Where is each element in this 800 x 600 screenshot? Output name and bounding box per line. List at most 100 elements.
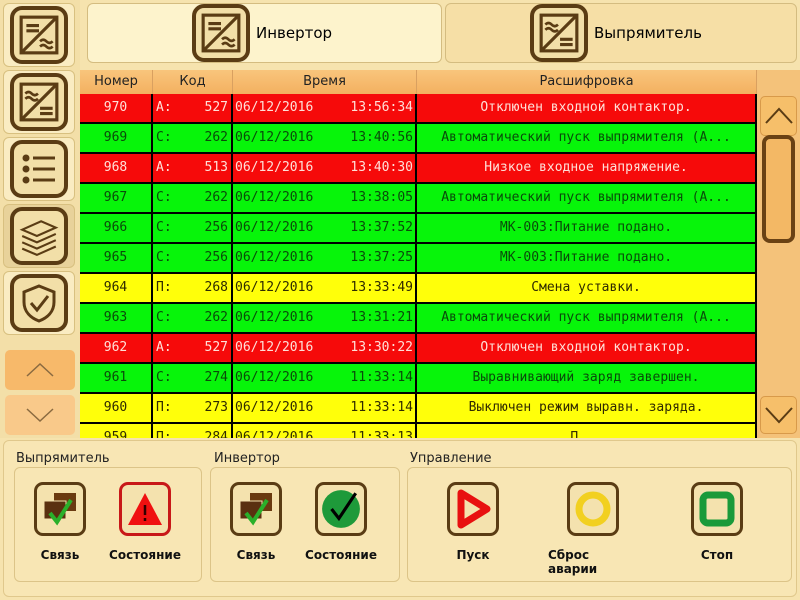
scroll-up-button[interactable]: [760, 96, 797, 136]
table-row[interactable]: 966 С: 256 06/12/2016 13:37:52 МК-003:Пита…: [80, 214, 757, 244]
tab-label: Выпрямитель: [594, 24, 702, 42]
cell-time: 06/12/2016 13:37:25: [233, 244, 417, 272]
cell-code: С: 274: [153, 364, 233, 392]
tab-inverter[interactable]: Инвертор: [87, 3, 442, 63]
inverter-link-label: Связь: [236, 548, 276, 562]
sidebar-scroll-down-button[interactable]: [5, 395, 75, 435]
cell-number: 965: [80, 244, 153, 272]
cell-time: 06/12/2016 13:37:52: [233, 214, 417, 242]
table-row[interactable]: 968 А: 513 06/12/2016 13:40:30 Низкое вход…: [80, 154, 757, 184]
chevron-up-icon: [26, 362, 54, 377]
time: 11:33:14: [350, 370, 413, 385]
table-row[interactable]: 964 П: 268 06/12/2016 13:33:49 Смена устав…: [80, 274, 757, 304]
control-group: Пуск Сброс аварии Стоп: [407, 467, 792, 582]
stop-icon: [691, 482, 743, 536]
column-header-number[interactable]: Номер: [80, 70, 153, 94]
table-row[interactable]: 963 С: 262 06/12/2016 13:31:21 Автоматичес…: [80, 304, 757, 334]
reset-alarm-label: Сброс аварии: [548, 548, 598, 576]
code-value: 513: [204, 160, 228, 175]
cell-time: 06/12/2016 13:56:34: [233, 94, 417, 122]
code-type: С:: [156, 130, 172, 145]
sidebar-list-button[interactable]: [3, 137, 75, 201]
time: 13:38:05: [350, 190, 413, 205]
cell-time: 06/12/2016 13:31:21: [233, 304, 417, 332]
date: 06/12/2016: [235, 340, 314, 355]
network-ok-icon: [230, 482, 282, 536]
cell-time: 06/12/2016 13:40:30: [233, 154, 417, 182]
inverter-state-button[interactable]: Состояние: [296, 482, 386, 562]
cell-code: С: 256: [153, 244, 233, 272]
start-label: Пуск: [456, 548, 490, 562]
list-icon: [10, 140, 68, 198]
table-row[interactable]: 970 А: 527 06/12/2016 13:56:34 Отключен вх…: [80, 94, 757, 124]
column-header-description[interactable]: Расшифровка: [417, 70, 757, 94]
reset-ring-icon: [567, 482, 619, 536]
code-type: П:: [156, 430, 172, 438]
time: 13:40:56: [350, 130, 413, 145]
chevron-up-icon: [764, 107, 793, 124]
column-header-code[interactable]: Код: [153, 70, 233, 94]
table-row[interactable]: 969 С: 262 06/12/2016 13:40:56 Автоматичес…: [80, 124, 757, 154]
column-header-time[interactable]: Время: [233, 70, 417, 94]
table-row[interactable]: 959 П: 284 06/12/2016 11:33:13 П...: [80, 424, 757, 438]
table-header: Номер Код Время Расшифровка: [80, 70, 757, 94]
sidebar-inverter-button[interactable]: [3, 3, 75, 67]
layers-icon: [10, 207, 68, 265]
cell-code: А: 527: [153, 94, 233, 122]
code-value: 262: [204, 130, 228, 145]
rectifier-group-title: Выпрямитель: [16, 451, 110, 466]
table-row[interactable]: 962 А: 527 06/12/2016 13:30:22 Отключен вх…: [80, 334, 757, 364]
network-ok-icon: [34, 482, 86, 536]
alarm-warning-icon: [119, 482, 171, 536]
rectifier-state-button[interactable]: Состояние: [100, 482, 190, 562]
table-row[interactable]: 965 С: 256 06/12/2016 13:37:25 МК-003:Пита…: [80, 244, 757, 274]
cell-number: 967: [80, 184, 153, 212]
cell-number: 960: [80, 394, 153, 422]
cell-code: П: 268: [153, 274, 233, 302]
table-scrollbar[interactable]: [757, 70, 800, 438]
tab-rectifier[interactable]: Выпрямитель: [445, 3, 797, 63]
cell-number: 959: [80, 424, 153, 438]
table-row[interactable]: 960 П: 273 06/12/2016 11:33:14 Выключен ре…: [80, 394, 757, 424]
rectifier-link-button[interactable]: Связь: [15, 482, 105, 562]
scroll-thumb[interactable]: [762, 135, 795, 243]
cell-code: П: 273: [153, 394, 233, 422]
stop-button[interactable]: Стоп: [672, 482, 762, 562]
date: 06/12/2016: [235, 250, 314, 265]
start-button[interactable]: Пуск: [428, 482, 518, 562]
time: 11:33:14: [350, 400, 413, 415]
table-row[interactable]: 967 С: 262 06/12/2016 13:38:05 Автоматичес…: [80, 184, 757, 214]
time: 13:40:30: [350, 160, 413, 175]
inverter-link-button[interactable]: Связь: [211, 482, 301, 562]
time: 13:37:25: [350, 250, 413, 265]
table-row[interactable]: 961 С: 274 06/12/2016 11:33:14 Выравнивающ…: [80, 364, 757, 394]
sidebar-scroll-up-button[interactable]: [5, 350, 75, 390]
cell-number: 961: [80, 364, 153, 392]
cell-description: МК-003:Питание подано.: [417, 214, 757, 242]
sidebar-protection-button[interactable]: [3, 271, 75, 335]
code-value: 262: [204, 310, 228, 325]
cell-code: А: 527: [153, 334, 233, 362]
code-value: 527: [204, 100, 228, 115]
code-value: 256: [204, 220, 228, 235]
sidebar-log-button[interactable]: [3, 204, 75, 268]
sidebar: [0, 0, 80, 438]
cell-code: С: 262: [153, 184, 233, 212]
cell-description: Выравнивающий заряд завершен.: [417, 364, 757, 392]
sidebar-rectifier-button[interactable]: [3, 70, 75, 134]
code-type: А:: [156, 100, 172, 115]
play-icon: [447, 482, 499, 536]
reset-alarm-button[interactable]: Сброс аварии: [548, 482, 638, 576]
cell-description: П...: [417, 424, 757, 438]
cell-description: Автоматический пуск выпрямителя (А...: [417, 304, 757, 332]
rectifier-group: Связь Состояние: [14, 467, 202, 582]
cell-time: 06/12/2016 13:40:56: [233, 124, 417, 152]
cell-number: 968: [80, 154, 153, 182]
code-type: С:: [156, 190, 172, 205]
scroll-down-button[interactable]: [760, 396, 797, 434]
code-type: С:: [156, 370, 172, 385]
code-value: 274: [204, 370, 228, 385]
cell-time: 06/12/2016 13:38:05: [233, 184, 417, 212]
code-type: С:: [156, 310, 172, 325]
cell-description: Смена уставки.: [417, 274, 757, 302]
